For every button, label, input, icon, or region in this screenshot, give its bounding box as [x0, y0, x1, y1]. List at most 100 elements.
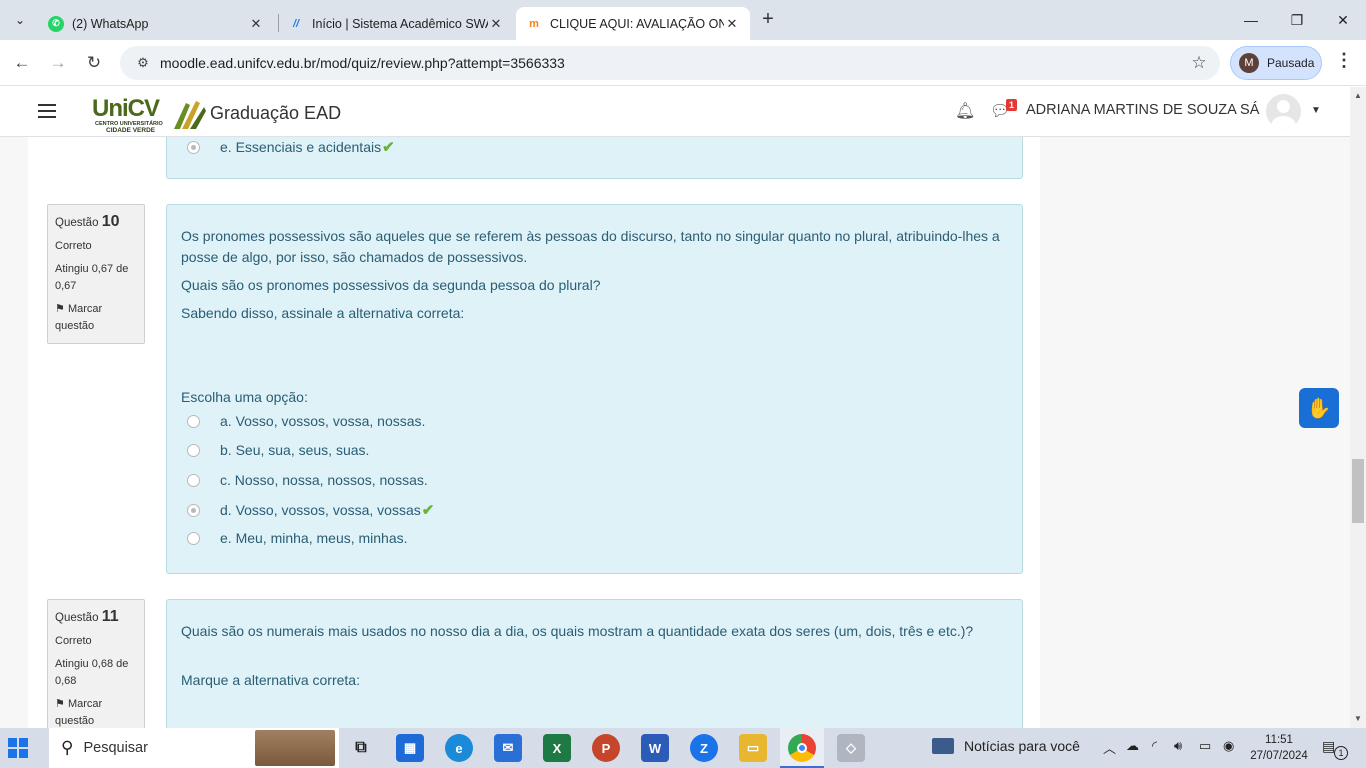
question-number-value: 11 [101, 608, 119, 625]
microsoft-store-icon[interactable]: ▦ [396, 734, 424, 762]
new-tab-button[interactable]: + [756, 8, 780, 32]
close-icon[interactable]: ✕ [488, 16, 504, 32]
hamburger-menu-icon[interactable] [38, 104, 56, 118]
bookmark-star-icon[interactable]: ☆ [1184, 53, 1214, 73]
volume-icon[interactable]: 🔊︎ [1174, 738, 1182, 754]
browser-menu-icon[interactable]: ⋮ [1334, 50, 1354, 76]
scroll-up-icon[interactable]: ▲ [1354, 91, 1362, 100]
browser-tab-strip: ⌄ ✆ (2) WhatsApp ✕ // Início | Sistema A… [0, 0, 1366, 40]
main-content: e. Essenciais e acidentais ✔ Questão 10 C… [0, 137, 1350, 728]
chevron-up-icon[interactable]: ︿ [1103, 738, 1116, 757]
file-explorer-icon[interactable]: ▭ [739, 734, 767, 762]
logo-leaf-icon [174, 101, 206, 129]
user-name[interactable]: ADRIANA MARTINS DE SOUZA SÁ [1026, 102, 1259, 118]
restore-button[interactable]: ❐ [1274, 0, 1320, 40]
edge-icon[interactable]: e [445, 734, 473, 762]
chevron-down-icon[interactable]: ▼ [1311, 105, 1321, 116]
radio-button[interactable] [187, 473, 200, 487]
powerpoint-icon[interactable]: P [592, 734, 620, 762]
meet-now-icon[interactable]: ◉ [1223, 738, 1234, 754]
scroll-down-icon[interactable]: ▼ [1354, 714, 1362, 723]
question-text: Marque a alternativa correta: [181, 672, 360, 688]
forward-button[interactable]: → [45, 50, 71, 76]
taskbar-search[interactable]: ⚲ Pesquisar [49, 728, 339, 768]
browser-toolbar: ← → ↻ ⚙ moodle.ead.unifcv.edu.br/mod/qui… [0, 40, 1366, 86]
mail-icon[interactable]: ✉ [494, 734, 522, 762]
question-number-value: 10 [101, 213, 120, 230]
radio-button[interactable] [187, 414, 200, 428]
tab-whatsapp[interactable]: ✆ (2) WhatsApp ✕ [38, 7, 274, 40]
brand-title: Graduação EAD [210, 103, 342, 123]
option-label: b. Seu, sua, seus, suas. [220, 442, 370, 458]
tab-search-dropdown[interactable]: ⌄ [6, 6, 34, 34]
user-avatar[interactable] [1266, 94, 1301, 129]
radio-button[interactable] [187, 503, 200, 517]
option-b[interactable]: b. Seu, sua, seus, suas. [187, 442, 369, 458]
url-text[interactable]: moodle.ead.unifcv.edu.br/mod/quiz/review… [160, 55, 1184, 71]
site-header: UniCV CENTRO UNIVERSITÁRIO CIDADE VERDE … [0, 87, 1350, 137]
zoom-icon[interactable]: Z [690, 734, 718, 762]
flag-icon: ⚑ [55, 698, 65, 710]
onedrive-icon[interactable]: ☁ [1126, 738, 1139, 754]
option-e[interactable]: e. Meu, minha, meus, minhas. [187, 530, 408, 546]
notification-count: 1 [1334, 746, 1348, 760]
reload-button[interactable]: ↻ [81, 50, 107, 76]
question-label: Questão [55, 612, 99, 624]
windows-start-icon[interactable] [8, 738, 28, 758]
flag-question-button[interactable]: ⚑ Marcar questão [55, 696, 137, 728]
question-text: Quais são os pronomes possessivos da seg… [181, 277, 601, 293]
option-a[interactable]: a. Vosso, vossos, vossa, nossas. [187, 413, 425, 429]
task-view-icon[interactable]: ⧉ [347, 734, 375, 762]
accessibility-hand-icon[interactable]: ✋ [1299, 388, 1339, 428]
close-window-button[interactable]: ✕ [1320, 0, 1366, 40]
question-grade: Atingiu 0,67 de 0,67 [55, 263, 129, 292]
check-icon: ✔ [382, 139, 395, 156]
option-label: e. Meu, minha, meus, minhas. [220, 530, 408, 546]
question-grade: Atingiu 0,68 de 0,68 [55, 658, 129, 687]
search-icon: ⚲ [61, 738, 74, 757]
option-e[interactable]: e. Essenciais e acidentais ✔ [187, 138, 395, 156]
notification-center-icon[interactable]: ▤ 1 [1322, 738, 1348, 760]
tab-title: Início | Sistema Acadêmico SWA [312, 16, 488, 31]
question-text: Os pronomes possessivos são aqueles que … [181, 228, 1000, 265]
swa-icon: // [292, 17, 300, 30]
profile-button[interactable]: M Pausada [1230, 46, 1322, 80]
question-10-content: Os pronomes possessivos são aqueles que … [166, 204, 1023, 574]
question-number: Questão 10 [55, 213, 137, 231]
back-button[interactable]: ← [9, 50, 35, 76]
site-info-icon[interactable]: ⚙ [128, 55, 158, 71]
close-icon[interactable]: ✕ [248, 16, 264, 32]
page-scrollbar[interactable]: ▲ ▼ [1350, 87, 1366, 728]
option-d[interactable]: d. Vosso, vossos, vossa, vossas ✔ [187, 501, 434, 519]
unicv-logo[interactable]: UniCV CENTRO UNIVERSITÁRIO CIDADE VERDE [92, 97, 207, 134]
word-icon[interactable]: W [641, 734, 669, 762]
flag-question-button[interactable]: ⚑ Marcar questão [55, 301, 137, 335]
close-icon[interactable]: ✕ [724, 16, 740, 32]
roblox-icon[interactable]: ◇ [837, 734, 865, 762]
system-clock[interactable]: 11:51 27/07/2024 [1248, 732, 1310, 764]
tab-avaliacao[interactable]: m CLIQUE AQUI: AVALIAÇÃO ONL ✕ [516, 7, 750, 40]
option-label: d. Vosso, vossos, vossa, vossas [220, 502, 421, 518]
question-text: Sabendo disso, assinale a alternativa co… [181, 305, 465, 321]
tab-title: (2) WhatsApp [72, 16, 149, 31]
question-info-11: Questão 11 Correto Atingiu 0,68 de 0,68 … [47, 599, 145, 728]
flag-icon: ⚑ [55, 303, 65, 315]
tab-title: CLIQUE AQUI: AVALIAÇÃO ONL [550, 16, 724, 31]
search-highlight-image [255, 730, 335, 766]
bell-icon[interactable]: 🔔︎ [955, 101, 975, 121]
clock-time: 11:51 [1265, 734, 1293, 746]
radio-button[interactable] [187, 531, 200, 545]
check-icon: ✔ [421, 502, 435, 519]
wifi-icon[interactable]: ◜ [1152, 738, 1157, 754]
excel-icon[interactable]: X [543, 734, 571, 762]
news-widget[interactable]: Notícias para você [932, 738, 1080, 754]
radio-button[interactable] [187, 443, 200, 457]
battery-icon[interactable]: ▭ [1199, 738, 1211, 754]
address-bar[interactable]: ⚙ moodle.ead.unifcv.edu.br/mod/quiz/revi… [120, 46, 1220, 80]
minimize-button[interactable]: — [1228, 0, 1274, 40]
scrollbar-thumb[interactable] [1352, 459, 1364, 523]
option-c[interactable]: c. Nosso, nossa, nossos, nossas. [187, 472, 428, 488]
radio-button[interactable] [187, 140, 200, 154]
chrome-icon[interactable] [788, 734, 816, 762]
tab-swa[interactable]: // Início | Sistema Acadêmico SWA ✕ [278, 7, 514, 40]
